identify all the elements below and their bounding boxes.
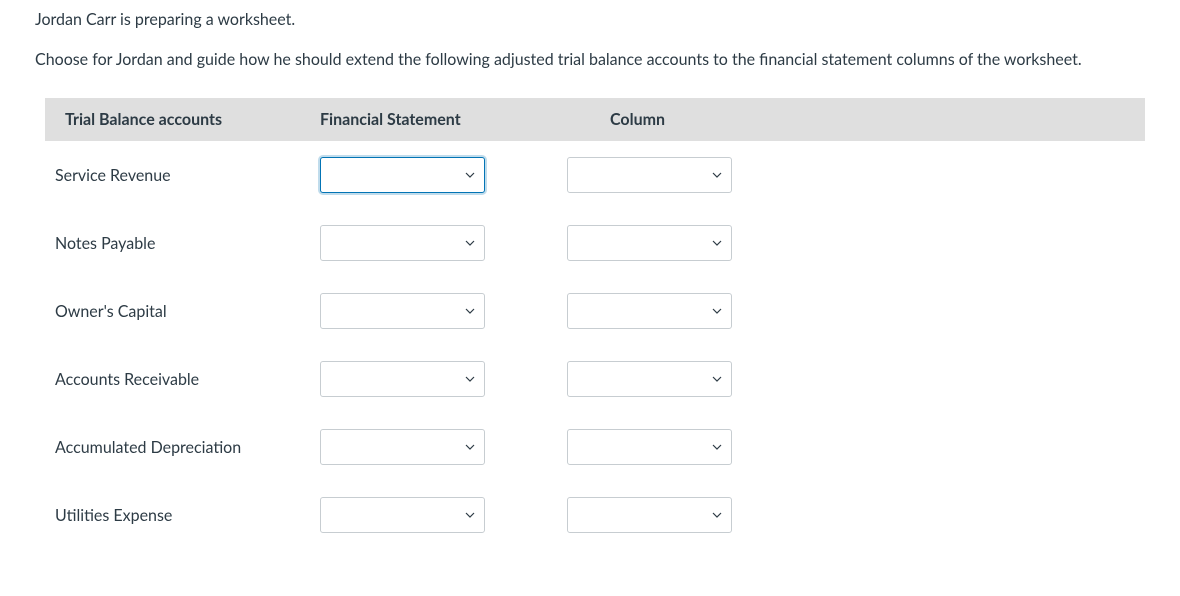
column-select-wrapper [567, 293, 732, 329]
financial-statement-select[interactable] [320, 361, 485, 397]
financial-statement-select-wrapper [320, 293, 485, 329]
account-label: Owner's Capital [45, 302, 320, 321]
column-select[interactable] [567, 225, 732, 261]
financial-statement-select-wrapper [320, 361, 485, 397]
financial-statement-select[interactable] [320, 293, 485, 329]
financial-statement-select[interactable] [320, 497, 485, 533]
account-label: Accounts Receivable [45, 370, 320, 389]
header-financial-statement: Financial Statement [320, 110, 610, 129]
column-select-wrapper [567, 157, 732, 193]
column-select-wrapper [567, 361, 732, 397]
header-trial-balance: Trial Balance accounts [45, 110, 320, 129]
column-select[interactable] [567, 293, 732, 329]
account-label: Service Revenue [45, 166, 320, 185]
table-header-row: Trial Balance accounts Financial Stateme… [45, 98, 1145, 141]
table-row: Accounts Receivable [45, 345, 1145, 413]
table-row: Utilities Expense [45, 481, 1145, 549]
table-row: Service Revenue [45, 141, 1145, 209]
account-label: Notes Payable [45, 234, 320, 253]
financial-statement-select-wrapper [320, 225, 485, 261]
column-select[interactable] [567, 497, 732, 533]
financial-statement-select-wrapper [320, 157, 485, 193]
table-row: Accumulated Depreciation [45, 413, 1145, 481]
table-row: Notes Payable [45, 209, 1145, 277]
financial-statement-select-wrapper [320, 429, 485, 465]
column-select[interactable] [567, 157, 732, 193]
column-select[interactable] [567, 361, 732, 397]
financial-statement-select[interactable] [320, 157, 485, 193]
question-intro: Jordan Carr is preparing a worksheet. Ch… [35, 8, 1145, 72]
worksheet-table: Trial Balance accounts Financial Stateme… [45, 98, 1145, 549]
financial-statement-select[interactable] [320, 429, 485, 465]
financial-statement-select[interactable] [320, 225, 485, 261]
header-column: Column [610, 110, 750, 129]
column-select-wrapper [567, 497, 732, 533]
intro-paragraph-1: Jordan Carr is preparing a worksheet. [35, 8, 1145, 32]
intro-paragraph-2: Choose for Jordan and guide how he shoul… [35, 48, 1145, 72]
column-select[interactable] [567, 429, 732, 465]
table-row: Owner's Capital [45, 277, 1145, 345]
account-label: Accumulated Depreciation [45, 438, 320, 457]
column-select-wrapper [567, 429, 732, 465]
column-select-wrapper [567, 225, 732, 261]
account-label: Utilities Expense [45, 506, 320, 525]
financial-statement-select-wrapper [320, 497, 485, 533]
